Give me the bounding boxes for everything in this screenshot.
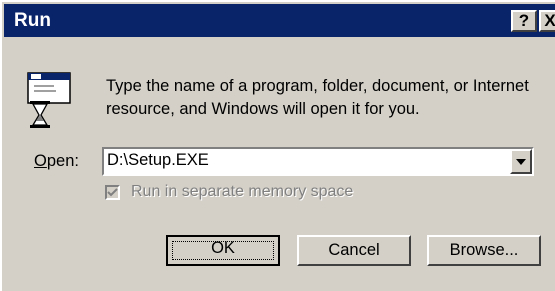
separate-memory-checkbox[interactable] (105, 185, 120, 200)
checkmark-icon (107, 188, 118, 197)
browse-button[interactable]: Browse... (427, 235, 541, 266)
dropdown-button[interactable] (510, 149, 532, 174)
ok-button[interactable]: OK (166, 235, 280, 266)
chevron-down-icon (516, 159, 526, 165)
window-title: Run (14, 10, 51, 31)
dialog-description: Type the name of a program, folder, docu… (106, 77, 529, 118)
help-button[interactable]: ? (511, 10, 537, 32)
open-combobox[interactable]: D:\Setup.EXE (102, 147, 534, 176)
separate-memory-label: Run in separate memory space (131, 183, 354, 200)
title-bar[interactable]: Run ? X (4, 4, 555, 37)
cancel-button[interactable]: Cancel (297, 235, 411, 266)
run-program-icon (27, 72, 71, 128)
ok-label: OK (211, 239, 235, 257)
close-button[interactable]: X (539, 10, 555, 32)
open-input[interactable]: D:\Setup.EXE (107, 151, 209, 170)
open-label: Open: (34, 152, 79, 170)
run-dialog: Run ? X Type the name of a program, fold… (0, 0, 555, 291)
